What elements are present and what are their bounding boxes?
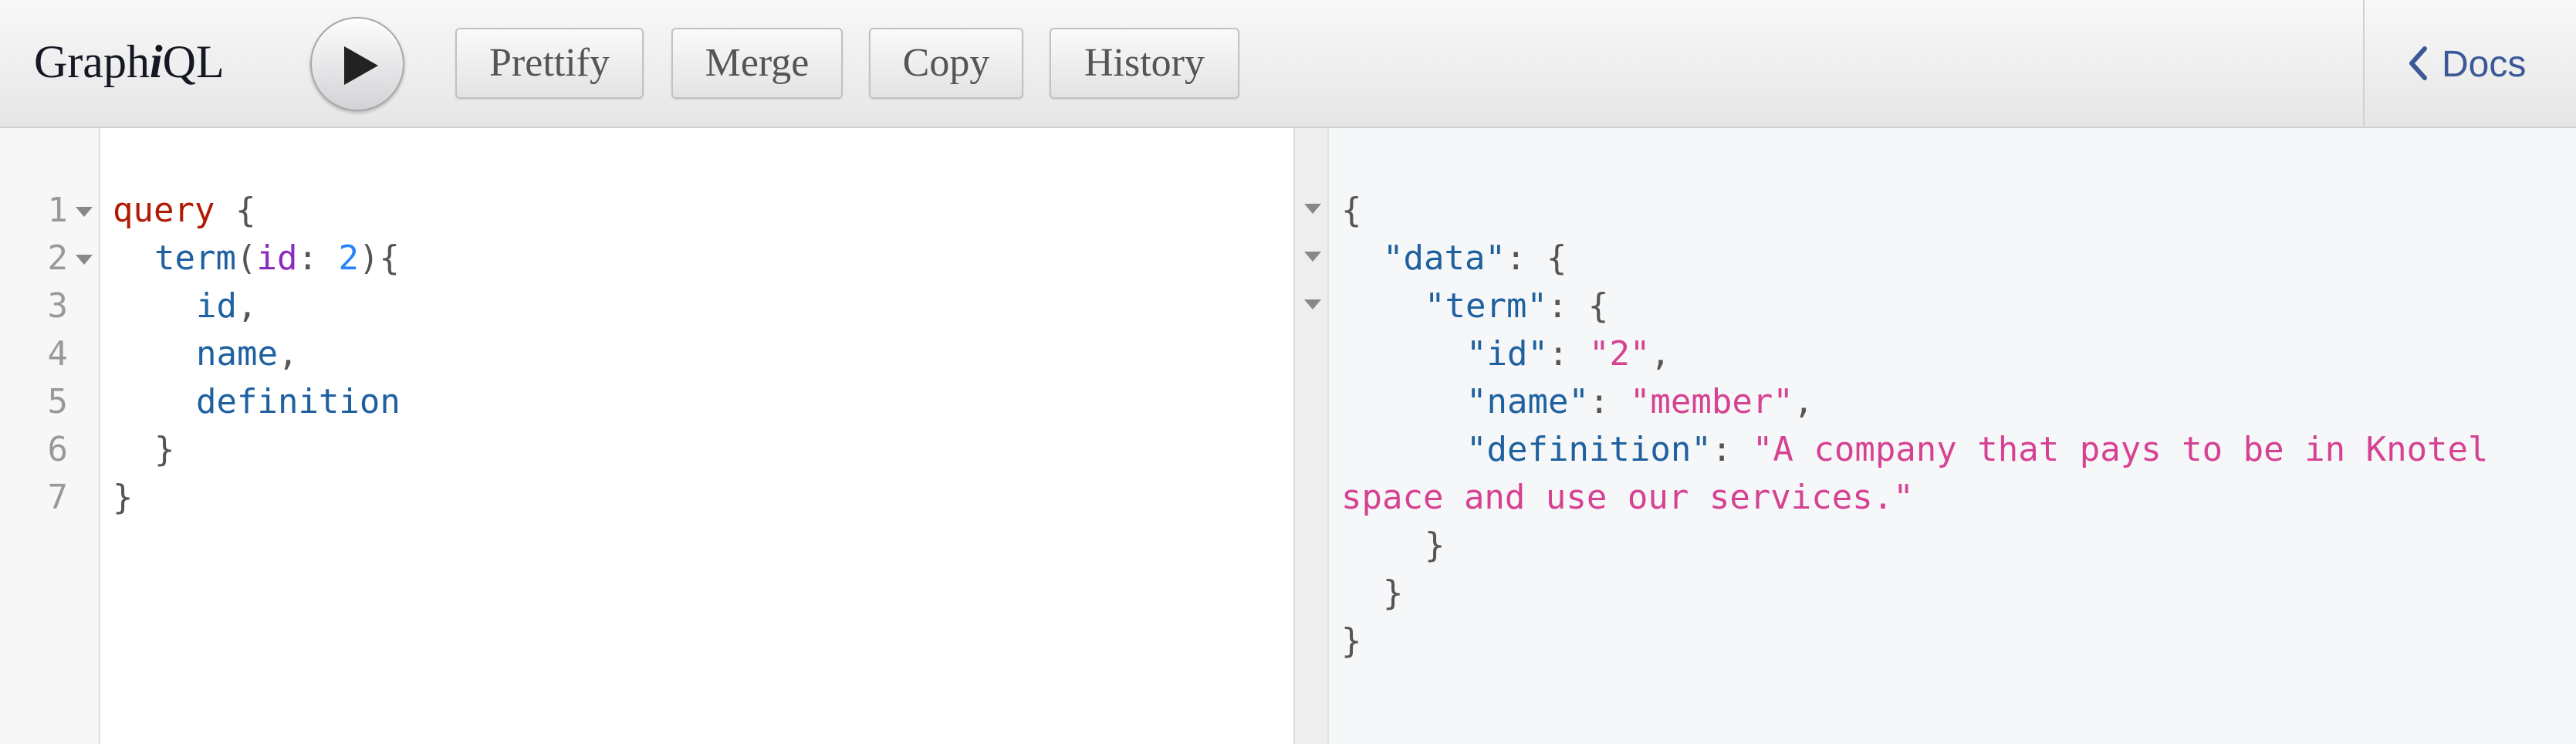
punct-token: , (1650, 334, 1671, 374)
punct-token: } (1383, 573, 1404, 613)
line-number: 5 (47, 382, 69, 421)
number-token: 2 (338, 238, 359, 278)
query-line: name, (196, 330, 298, 378)
line-number: 6 (47, 430, 69, 469)
result-line: } (1341, 617, 1362, 665)
result-line: "term": { (1425, 282, 1608, 330)
line-number: 2 (47, 238, 69, 278)
json-key-token: "term" (1425, 286, 1547, 326)
fold-arrow-icon[interactable] (1304, 204, 1321, 214)
play-icon (344, 46, 378, 85)
punct-token: : (297, 238, 339, 278)
copy-button[interactable]: Copy (869, 28, 1023, 99)
punct-token: , (277, 334, 299, 374)
line-number: 1 (47, 191, 69, 230)
punct-token: { (1341, 191, 1362, 230)
result-line: "id": "2", (1466, 330, 1671, 378)
query-editor[interactable]: 1 2 3 4 5 6 7 query { term(id: 2){ id, n… (0, 128, 1293, 744)
execute-query-button[interactable] (310, 17, 404, 111)
fold-arrow-icon[interactable] (76, 207, 93, 217)
result-line: "definition": "A company that pays to be… (1466, 426, 2489, 474)
toolbar: GraphiQL Prettify Merge Copy History Doc… (0, 0, 2576, 128)
json-key-token: "data" (1383, 238, 1506, 278)
pane-divider[interactable] (1293, 128, 1329, 744)
punct-token: , (236, 286, 258, 326)
punct-token: , (1793, 382, 1814, 421)
json-string-token: space and use our services." (1341, 478, 1914, 517)
punct-token: : { (1547, 286, 1609, 326)
punct-token: ){ (358, 238, 400, 278)
field-token: name (196, 334, 278, 374)
query-line: } (113, 474, 134, 522)
result-line: "data": { (1383, 235, 1567, 282)
logo-prefix: Graph (34, 36, 150, 87)
prettify-button[interactable]: Prettify (455, 28, 644, 99)
field-token: definition (196, 382, 401, 421)
punct-token: } (1341, 621, 1362, 661)
result-viewer[interactable]: { "data": { "term": { "id": "2", "name":… (1329, 128, 2576, 744)
result-line: } (1425, 522, 1445, 570)
logo-i: i (149, 36, 163, 87)
result-line: } (1383, 570, 1404, 617)
docs-button[interactable]: Docs (2408, 40, 2526, 90)
json-key-token: "id" (1466, 334, 1548, 374)
fold-arrow-icon[interactable] (1304, 299, 1321, 309)
line-number-gutter: 1 2 3 4 5 6 7 (0, 128, 100, 744)
punct-token: ( (235, 238, 257, 278)
query-line: query { (113, 187, 255, 235)
fold-arrow-icon[interactable] (1304, 252, 1321, 262)
field-token: term (154, 238, 236, 278)
punct-token: { (215, 191, 256, 230)
punct-token: } (1425, 526, 1445, 565)
query-line: definition (196, 378, 401, 426)
punct-token: : (1547, 334, 1589, 374)
history-button[interactable]: History (1050, 28, 1239, 99)
fold-arrow-icon[interactable] (76, 255, 93, 265)
logo-suffix: QL (162, 36, 225, 87)
punct-token: : (1711, 430, 1753, 469)
result-line: { (1341, 187, 1362, 235)
punct-token: } (113, 478, 134, 517)
json-string-token: "2" (1588, 334, 1651, 374)
query-line: id, (196, 282, 257, 330)
line-number: 7 (47, 478, 69, 517)
merge-button[interactable]: Merge (671, 28, 843, 99)
line-number: 3 (47, 286, 69, 326)
json-key-token: "definition" (1466, 430, 1712, 469)
field-token: id (196, 286, 237, 326)
graphiql-app: GraphiQL Prettify Merge Copy History Doc… (0, 0, 2576, 744)
chevron-left-icon (2409, 46, 2427, 81)
query-line: term(id: 2){ (154, 235, 400, 282)
keyword-token: query (113, 191, 215, 230)
argument-token: id (256, 238, 298, 278)
json-string-token: "member" (1629, 382, 1793, 421)
punct-token: : { (1505, 238, 1567, 278)
line-number: 4 (47, 334, 69, 374)
result-line: "name": "member", (1466, 378, 1814, 426)
punct-token: } (154, 430, 175, 469)
result-line: space and use our services." (1341, 474, 1914, 522)
graphiql-logo: GraphiQL (34, 36, 225, 89)
query-line: } (154, 426, 175, 474)
docs-label: Docs (2442, 44, 2527, 85)
punct-token: : (1588, 382, 1630, 421)
json-key-token: "name" (1466, 382, 1589, 421)
json-string-token: "A company that pays to be in Knotel (1752, 430, 2489, 469)
docs-area: Docs (2363, 0, 2576, 128)
